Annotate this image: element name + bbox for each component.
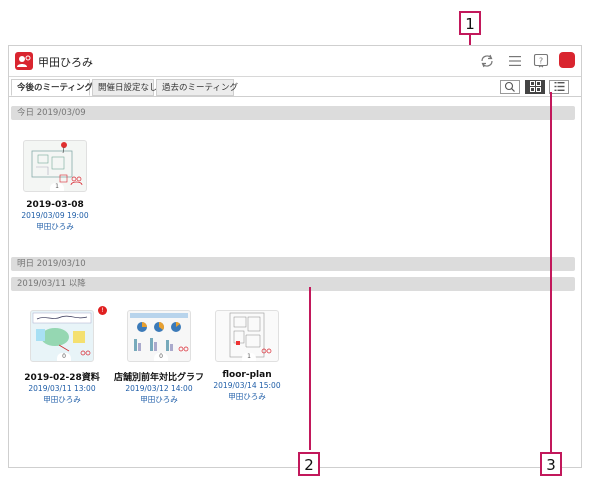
meeting-card[interactable]: 0 店舗別前年対比グラフ 2019/03/12 14:00 甲田ひろみ	[107, 310, 211, 405]
app-logo-icon	[15, 52, 33, 70]
page-count-badge: 1	[50, 183, 64, 191]
meeting-owner: 甲田ひろみ	[228, 392, 266, 401]
list-view-button[interactable]	[549, 80, 569, 94]
search-icon	[504, 81, 515, 92]
page-count-badge: 0	[57, 353, 71, 361]
page-count-badge: 1	[242, 353, 256, 361]
callout-2: 2	[298, 452, 320, 476]
tab-past[interactable]: 過去のミーティング	[156, 79, 238, 96]
meeting-datetime: 2019/03/09 19:00	[21, 211, 89, 220]
page-count-badge: 0	[154, 353, 168, 361]
meeting-datetime: 2019/03/14 15:00	[213, 381, 281, 390]
tab-upcoming[interactable]: 今後のミーティング	[11, 79, 93, 96]
meeting-title: 店舗別前年対比グラフ	[113, 373, 204, 383]
meeting-datetime: 2019/03/12 14:00	[125, 384, 193, 393]
meeting-thumbnail: 0	[127, 310, 191, 362]
meeting-title: floor-plan	[222, 370, 272, 380]
section-tomorrow: 明日 2019/03/10	[11, 257, 575, 271]
user-avatar[interactable]	[559, 52, 575, 68]
tab-divider	[9, 96, 581, 97]
grid-view-button[interactable]	[525, 80, 545, 94]
meeting-card[interactable]: 1 2019-03-08 2019/03/09 19:00 甲田ひろみ	[13, 140, 97, 232]
meeting-thumbnail: 1	[23, 140, 87, 192]
list-view-icon	[554, 82, 564, 91]
svg-text:?: ?	[539, 57, 543, 66]
notification-badge: !	[98, 306, 107, 315]
meeting-card[interactable]: 0 ! 2019-02-28資料 2019/03/11 13:00 甲田ひろみ	[17, 306, 107, 405]
callout-3-leader	[550, 92, 552, 452]
meeting-owner: 甲田ひろみ	[36, 222, 74, 231]
help-icon[interactable]: ?	[531, 51, 551, 71]
meeting-title: 2019-02-28資料	[24, 373, 100, 383]
app-title: 甲田ひろみ	[38, 56, 93, 69]
meeting-thumbnail: 0	[30, 310, 94, 362]
meeting-owner: 甲田ひろみ	[140, 395, 178, 404]
section-today: 今日 2019/03/09	[11, 106, 575, 120]
menu-icon[interactable]	[505, 51, 525, 71]
meeting-datetime: 2019/03/11 13:00	[28, 384, 96, 393]
title-bar: 甲田ひろみ ?	[9, 46, 581, 77]
meeting-owner: 甲田ひろみ	[43, 395, 81, 404]
callout-2-leader	[309, 287, 311, 450]
tab-no-date[interactable]: 開催日設定なし	[92, 79, 158, 96]
meeting-title: 2019-03-08	[26, 200, 84, 210]
search-button[interactable]	[500, 80, 520, 94]
callout-3: 3	[540, 452, 562, 476]
grid-view-icon	[529, 81, 541, 92]
sync-icon[interactable]	[477, 51, 497, 71]
meeting-card[interactable]: 1 floor-plan 2019/03/14 15:00 甲田ひろみ	[205, 310, 289, 402]
meeting-thumbnail: 1	[215, 310, 279, 362]
section-later: 2019/03/11 以降	[11, 277, 575, 291]
callout-1: 1	[459, 11, 481, 35]
app-window: 甲田ひろみ ? 今後のミーティング 開催日設定なし 過去のミーティング 今日 2…	[8, 45, 582, 468]
